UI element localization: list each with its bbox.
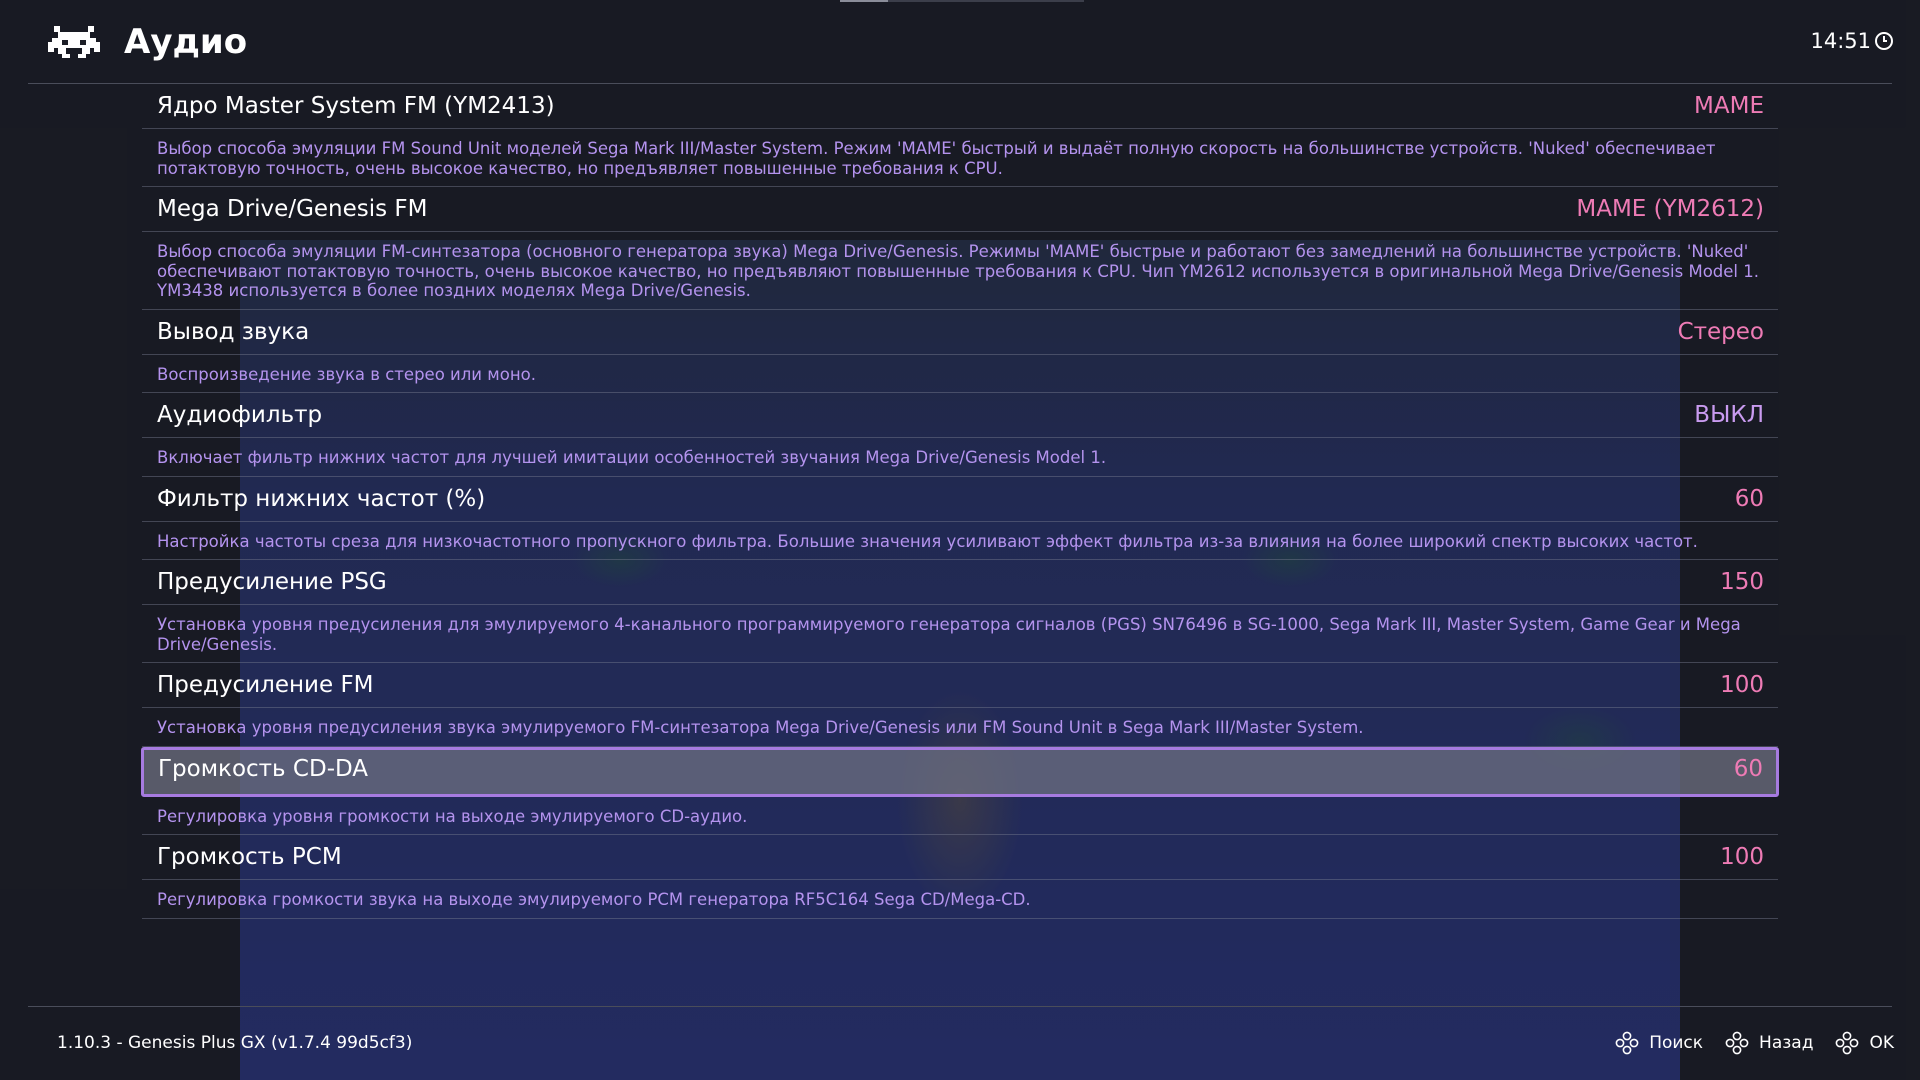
gamepad-buttons-icon bbox=[1615, 1031, 1639, 1055]
gamepad-buttons-icon bbox=[1836, 1031, 1859, 1055]
setting-description: Установка уровня предусиления для эмулир… bbox=[142, 605, 1778, 663]
setting-value[interactable]: 100 bbox=[1720, 669, 1764, 701]
setting-description: Воспроизведение звука в стерео или моно. bbox=[142, 355, 1778, 393]
setting-item[interactable]: Аудиофильтр ВЫКЛ Включает фильтр нижних ча… bbox=[142, 393, 1778, 477]
setting-item[interactable]: Громкость CD-DA 60 Регулировка уровня гром… bbox=[141, 746, 1779, 835]
setting-value[interactable]: 100 bbox=[1720, 841, 1764, 873]
setting-value[interactable]: 60 bbox=[1734, 753, 1763, 785]
clock-icon bbox=[1875, 32, 1893, 50]
setting-label: Фильтр нижних частот (%) bbox=[157, 485, 486, 512]
setting-label: Ядро Master System FM (YM2413) bbox=[157, 93, 555, 119]
footer-divider bbox=[28, 1006, 1892, 1007]
setting-item[interactable]: Вывод звука Стерео Воспроизведение звука в… bbox=[142, 310, 1778, 393]
setting-row[interactable]: Предусиление FM 100 bbox=[142, 663, 1778, 708]
setting-description: Установка уровня предусиления звука эмул… bbox=[142, 708, 1778, 747]
setting-row[interactable]: Mega Drive/Genesis FM MAME (YM2612) bbox=[142, 187, 1778, 232]
setting-item[interactable]: Предусиление PSG 150 Установка уровня пред… bbox=[142, 560, 1778, 663]
settings-list: Ядро Master System FM (YM2413) MAME Выбор … bbox=[141, 84, 1779, 919]
page-title: Аудио bbox=[124, 22, 248, 62]
clock-time: 14:51 bbox=[1810, 29, 1871, 53]
setting-description: Включает фильтр нижних частот для лучшей… bbox=[142, 438, 1778, 477]
core-info: 1.10.3 - Genesis Plus GX (v1.7.4 99d5cf3… bbox=[57, 1033, 413, 1053]
setting-value[interactable]: 150 bbox=[1720, 566, 1764, 598]
setting-label: Предусиление PSG bbox=[157, 569, 387, 595]
hint-2[interactable]: OK bbox=[1835, 1030, 1894, 1056]
setting-item[interactable]: Громкость PCM 100 Регулировка громкости зв… bbox=[142, 835, 1778, 919]
setting-row[interactable]: Фильтр нижних частот (%) 60 bbox=[142, 477, 1778, 522]
setting-value[interactable]: MAME bbox=[1694, 90, 1764, 122]
hint-label: Поиск bbox=[1649, 1033, 1704, 1053]
hint-label: OK bbox=[1869, 1033, 1894, 1053]
setting-description: Выбор способа эмуляции FM Sound Unit мод… bbox=[142, 129, 1778, 187]
hint-label: Назад bbox=[1759, 1033, 1814, 1053]
setting-label: Аудиофильтр bbox=[157, 402, 323, 428]
clock: 14:51 bbox=[1810, 26, 1894, 56]
setting-value[interactable]: Стерео bbox=[1678, 316, 1764, 348]
setting-description: Регулировка громкости звука на выходе эм… bbox=[142, 880, 1778, 919]
setting-item[interactable]: Mega Drive/Genesis FM MAME (YM2612) Выбор … bbox=[142, 187, 1778, 310]
setting-item[interactable]: Предусиление FM 100 Установка уровня преду… bbox=[142, 663, 1778, 747]
setting-row[interactable]: Вывод звука Стерео bbox=[142, 310, 1778, 355]
setting-label: Вывод звука bbox=[157, 318, 310, 345]
setting-description: Настройка частоты среза для низкочастотн… bbox=[142, 522, 1778, 560]
menu-screen: Аудио 14:51 Ядро Master System FM (YM241… bbox=[0, 0, 1920, 1080]
footer-hints: Поиск Назад OK bbox=[1593, 1030, 1894, 1056]
setting-value[interactable]: ВЫКЛ bbox=[1694, 399, 1764, 431]
setting-item[interactable]: Ядро Master System FM (YM2413) MAME Выбор … bbox=[142, 84, 1778, 187]
setting-row[interactable]: Ядро Master System FM (YM2413) MAME bbox=[142, 84, 1778, 129]
setting-description: Регулировка уровня громкости на выходе э… bbox=[142, 797, 1778, 835]
hint-1[interactable]: Назад bbox=[1725, 1030, 1813, 1056]
setting-row[interactable]: Громкость PCM 100 bbox=[142, 835, 1778, 880]
retroarch-logo-icon bbox=[48, 26, 100, 58]
hint-0[interactable]: Поиск bbox=[1615, 1030, 1703, 1056]
setting-row[interactable]: Громкость CD-DA 60 bbox=[141, 746, 1779, 797]
setting-label: Громкость CD-DA bbox=[158, 755, 369, 782]
setting-item[interactable]: Фильтр нижних частот (%) 60 Настройка част… bbox=[142, 477, 1778, 560]
setting-row[interactable]: Аудиофильтр ВЫКЛ bbox=[142, 393, 1778, 438]
setting-row[interactable]: Предусиление PSG 150 bbox=[142, 560, 1778, 605]
setting-description: Выбор способа эмуляции FM-синтезатора (о… bbox=[142, 232, 1778, 310]
setting-value[interactable]: MAME (YM2612) bbox=[1576, 193, 1764, 225]
setting-value[interactable]: 60 bbox=[1735, 483, 1764, 515]
header: Аудио 14:51 bbox=[0, 0, 1920, 84]
setting-label: Громкость PCM bbox=[157, 844, 342, 870]
setting-label: Предусиление FM bbox=[157, 672, 374, 698]
setting-label: Mega Drive/Genesis FM bbox=[157, 196, 428, 222]
gamepad-buttons-icon bbox=[1725, 1031, 1749, 1055]
